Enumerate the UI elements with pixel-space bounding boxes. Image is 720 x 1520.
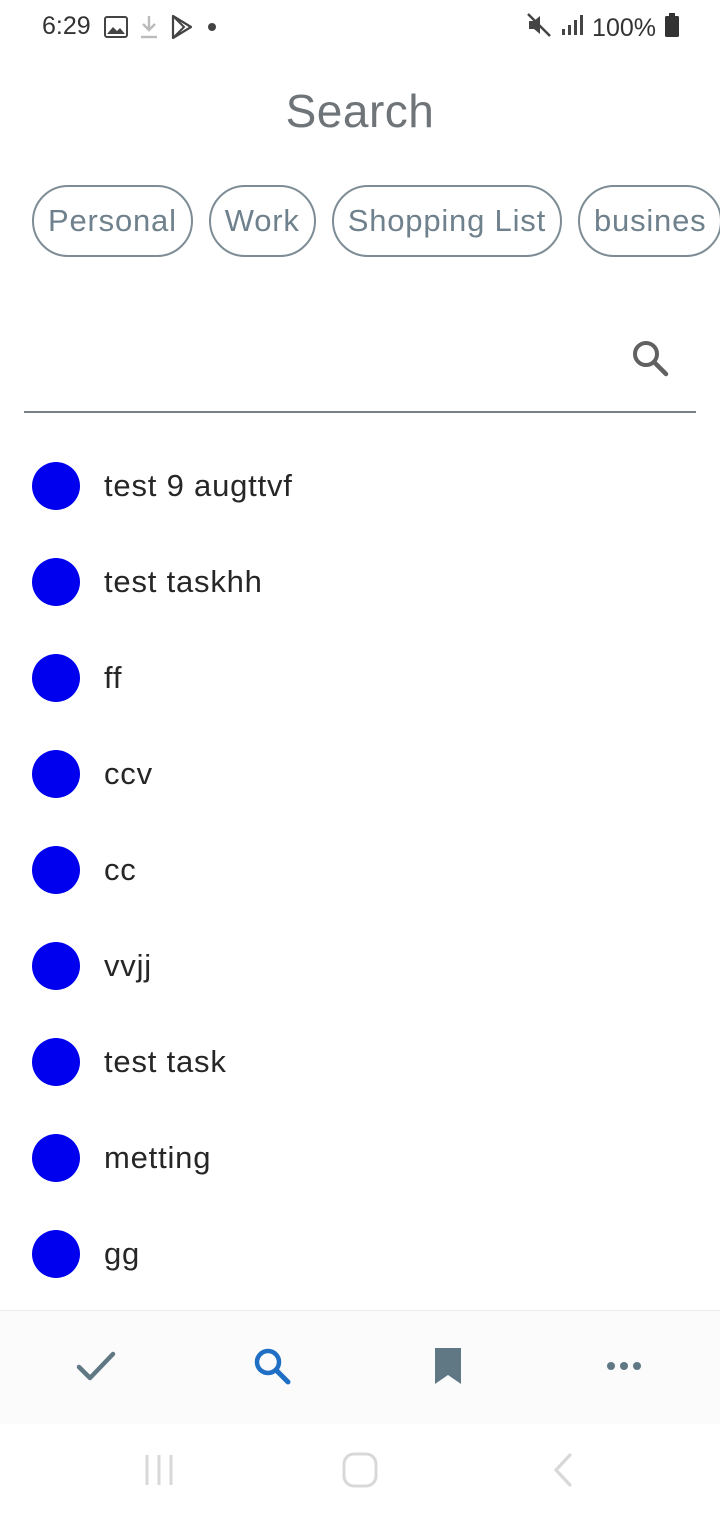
home-icon xyxy=(341,1451,379,1494)
task-color-dot xyxy=(32,558,80,606)
task-label: vvjj xyxy=(104,948,152,983)
status-notification-icons xyxy=(104,14,220,45)
chip-personal[interactable]: Personal xyxy=(32,185,193,257)
task-label: test 9 augttvf xyxy=(104,468,293,503)
task-color-dot xyxy=(32,462,80,510)
status-bar: 6:29 100% xyxy=(0,0,720,56)
download-icon xyxy=(138,14,160,45)
task-label: ff xyxy=(104,660,123,695)
back-button[interactable] xyxy=(538,1452,586,1492)
search-field xyxy=(24,318,696,413)
status-system-icons: 100% xyxy=(526,12,680,45)
task-label: test taskhh xyxy=(104,564,263,599)
more-icon xyxy=(606,1359,642,1377)
list-item[interactable]: cc xyxy=(0,822,720,918)
nav-search-button[interactable] xyxy=(184,1311,360,1425)
task-color-dot xyxy=(32,1134,80,1182)
task-color-dot xyxy=(32,750,80,798)
recents-icon xyxy=(141,1452,177,1493)
chip-business[interactable]: busines xyxy=(577,185,720,257)
bookmark-icon xyxy=(432,1346,464,1391)
recents-button[interactable] xyxy=(135,1452,183,1492)
task-color-dot xyxy=(32,654,80,702)
task-label: test task xyxy=(104,1044,227,1079)
nav-tasks-button[interactable] xyxy=(8,1311,184,1425)
check-icon xyxy=(76,1350,116,1387)
image-icon xyxy=(104,16,128,43)
battery-icon xyxy=(664,12,680,45)
list-item[interactable]: test task xyxy=(0,1014,720,1110)
list-item[interactable]: test 9 augttvf xyxy=(0,438,720,534)
battery-text: 100% xyxy=(592,14,656,42)
back-icon xyxy=(548,1452,576,1493)
page-title: Search xyxy=(285,85,435,137)
list-item[interactable]: gg xyxy=(0,1206,720,1302)
search-input[interactable] xyxy=(24,318,604,411)
search-icon xyxy=(252,1346,292,1391)
system-navigation-bar xyxy=(0,1424,720,1520)
task-label: gg xyxy=(104,1236,141,1271)
chip-shopping-list[interactable]: Shopping List xyxy=(331,185,562,257)
nav-more-button[interactable] xyxy=(536,1311,712,1425)
list-item[interactable]: ccv xyxy=(0,726,720,822)
task-label: cc xyxy=(104,852,137,887)
bottom-navigation xyxy=(0,1310,720,1425)
play-store-icon xyxy=(170,14,194,45)
task-label: metting xyxy=(104,1140,212,1175)
home-button[interactable] xyxy=(336,1452,384,1492)
status-time: 6:29 xyxy=(42,12,91,40)
task-color-dot xyxy=(32,1038,80,1086)
list-item[interactable]: ff xyxy=(0,630,720,726)
search-icon[interactable] xyxy=(630,338,670,378)
dot-icon xyxy=(204,19,220,40)
task-color-dot xyxy=(32,846,80,894)
task-list: test 9 augttvf test taskhh ff ccv cc vvj… xyxy=(0,438,720,1310)
chip-work[interactable]: Work xyxy=(208,185,316,257)
signal-icon xyxy=(560,13,584,44)
task-color-dot xyxy=(32,1230,80,1278)
task-label: ccv xyxy=(104,756,153,791)
list-item[interactable]: metting xyxy=(0,1110,720,1206)
nav-bookmarks-button[interactable] xyxy=(360,1311,536,1425)
category-chips: Personal Work Shopping List busines xyxy=(32,185,720,261)
mute-icon xyxy=(526,12,552,45)
list-item[interactable]: test taskhh xyxy=(0,534,720,630)
list-item[interactable]: vvjj xyxy=(0,918,720,1014)
task-color-dot xyxy=(32,942,80,990)
